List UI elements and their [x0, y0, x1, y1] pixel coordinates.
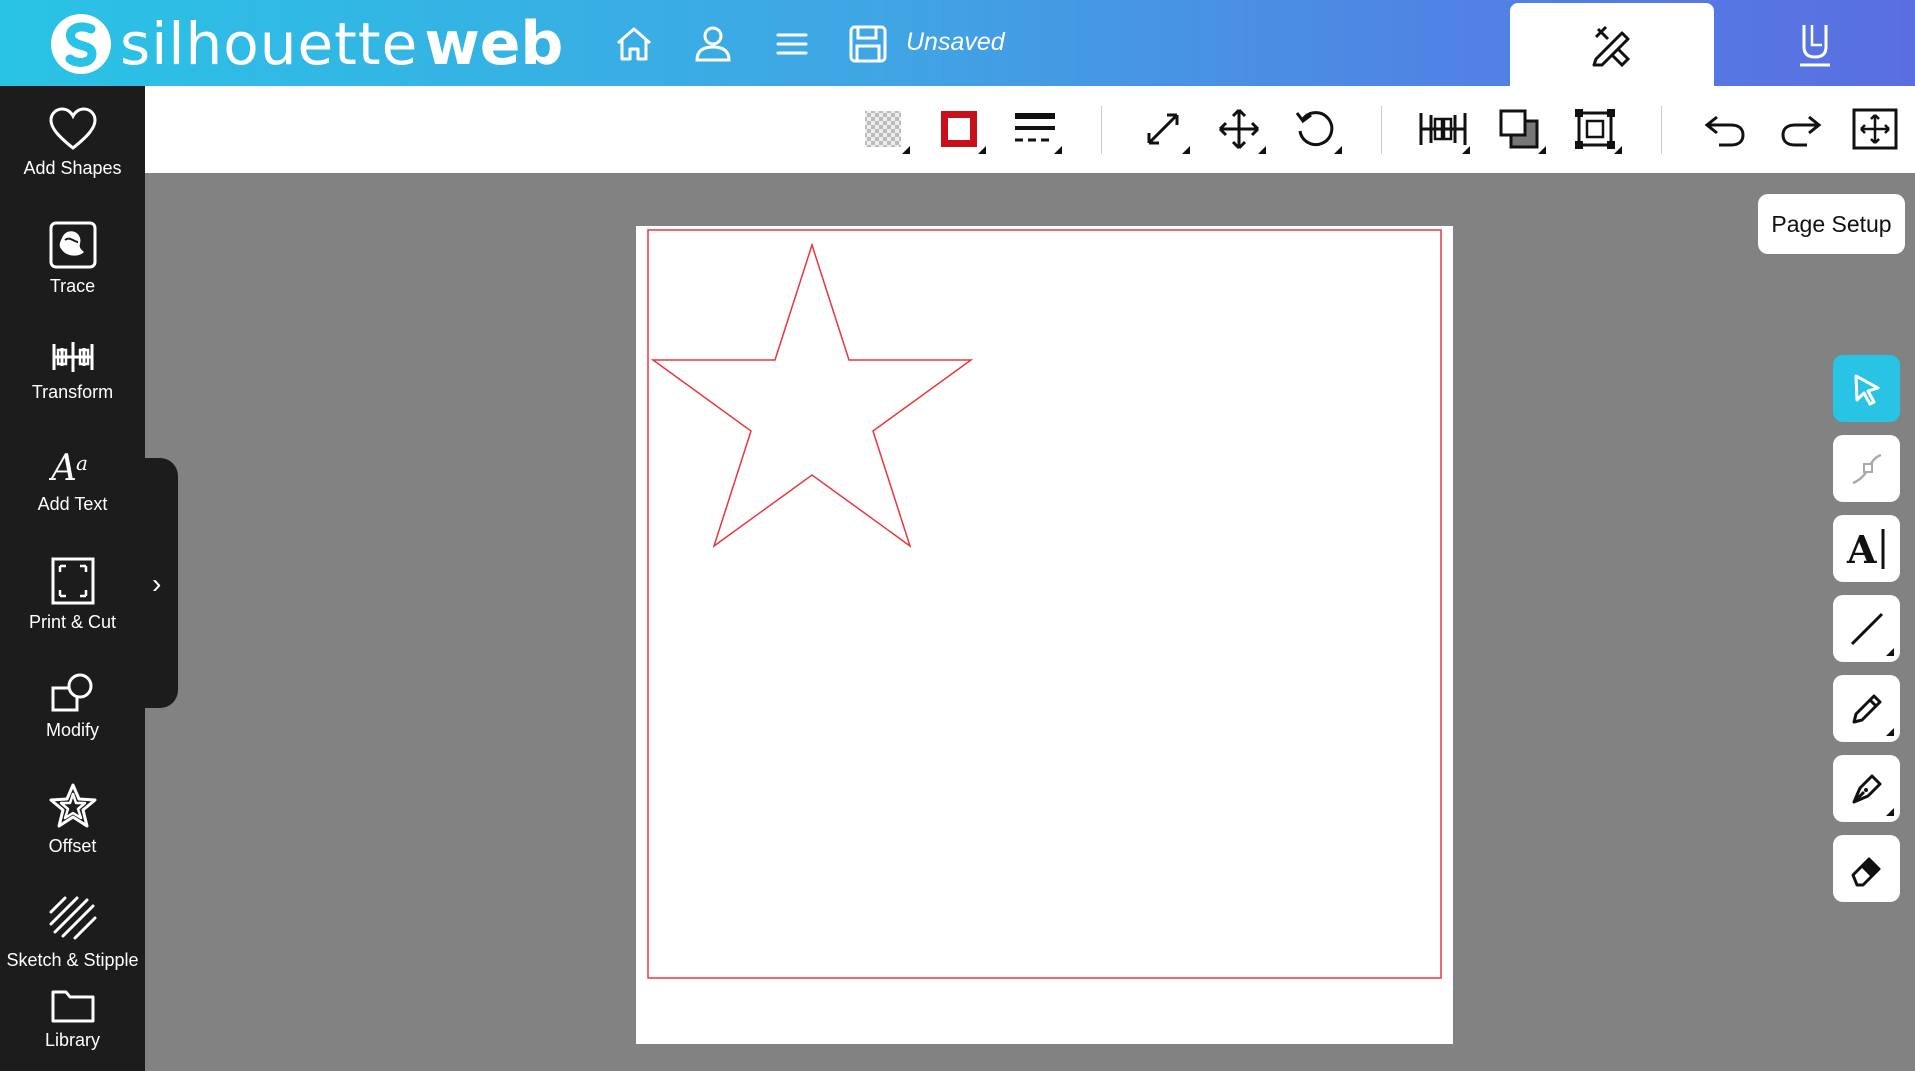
toolbar-divider — [1661, 106, 1662, 154]
svg-text:a: a — [76, 451, 88, 475]
toolbar-divider — [1381, 106, 1382, 154]
text-tool-icon: A — [1846, 527, 1884, 572]
heart-icon — [48, 107, 97, 150]
sidebar-item-print-cut[interactable]: Print & Cut — [0, 556, 145, 633]
pencil-icon — [1852, 694, 1881, 723]
trace-icon — [49, 221, 96, 269]
save-icon[interactable] — [846, 22, 890, 66]
logo-text-light: silhouette — [120, 10, 419, 78]
sidebar-item-label: Add Text — [37, 494, 108, 514]
text-icon: Aa — [49, 448, 88, 488]
chevron-right-icon[interactable]: › — [152, 568, 161, 600]
cut-border — [647, 229, 1442, 979]
sidebar-item-library[interactable]: Library — [0, 986, 145, 1051]
rotate-icon[interactable] — [1288, 104, 1342, 154]
sidebar-item-label: Library — [44, 1030, 101, 1050]
sidebar-item-label: Print & Cut — [28, 612, 117, 632]
eraser-icon — [1851, 857, 1880, 886]
pen-tool[interactable] — [1833, 755, 1900, 822]
line-style-icon[interactable] — [1008, 104, 1062, 154]
svg-text:A: A — [1846, 527, 1877, 572]
pen-icon — [1852, 774, 1881, 803]
sidebar-item-label: Trace — [49, 276, 96, 296]
sketch-icon — [49, 896, 96, 940]
line-tool-icon — [1850, 612, 1883, 645]
design-page[interactable] — [636, 226, 1453, 1044]
toolbar-divider — [1101, 106, 1102, 154]
sidebar-item-modify[interactable]: Modify — [0, 672, 145, 741]
print-cut-icon — [51, 557, 94, 605]
text-tool[interactable]: A — [1833, 515, 1900, 582]
edit-points-tool[interactable] — [1833, 435, 1900, 502]
eraser-tool[interactable] — [1833, 835, 1900, 902]
pan-icon[interactable] — [1848, 104, 1902, 154]
svg-text:A: A — [49, 448, 77, 488]
move-icon[interactable] — [1212, 104, 1266, 154]
sidebar-item-label: Sketch & Stipple — [6, 950, 139, 970]
folder-icon — [51, 990, 94, 1023]
sidebar-item-add-shapes[interactable]: Add Shapes — [0, 106, 145, 179]
select-icon — [1854, 374, 1879, 405]
sidebar-item-offset[interactable]: Offset — [0, 782, 145, 857]
menu-icon[interactable] — [770, 22, 814, 66]
edit-points-icon — [1851, 453, 1881, 484]
logo-mark-icon — [51, 14, 111, 74]
sidebar-item-label: Add Shapes — [23, 158, 122, 178]
save-status: Unsaved — [906, 28, 1005, 56]
offset-icon — [49, 783, 96, 828]
sidebar-item-sketch-stipple[interactable]: Sketch & Stipple — [0, 894, 145, 971]
sidebar-item-trace[interactable]: Trace — [0, 220, 145, 297]
line-color-icon[interactable] — [932, 104, 986, 154]
account-icon[interactable] — [691, 22, 735, 66]
design-tab[interactable] — [1510, 3, 1714, 86]
home-icon[interactable] — [612, 22, 656, 66]
transform-icon — [52, 342, 93, 372]
design-tab-icon — [1592, 25, 1631, 67]
redo-icon[interactable] — [1774, 104, 1828, 154]
send-tab-icon — [1799, 24, 1830, 66]
modify-icon — [51, 673, 92, 712]
fill-icon[interactable] — [856, 104, 910, 154]
send-tab[interactable] — [1714, 3, 1915, 86]
sidebar-item-label: Offset — [48, 836, 97, 856]
sidebar-item-transform[interactable]: Transform — [0, 338, 145, 403]
sidebar-item-add-text[interactable]: Aa Add Text — [0, 444, 145, 515]
sidebar-item-label: Modify — [45, 720, 99, 740]
sidebar-item-label: Transform — [31, 382, 114, 402]
logo-text-bold: web — [424, 9, 564, 79]
scale-icon[interactable] — [1136, 104, 1190, 154]
undo-icon[interactable] — [1698, 104, 1752, 154]
align-icon[interactable] — [1416, 104, 1470, 154]
pencil-tool[interactable] — [1833, 675, 1900, 742]
page-contents — [647, 229, 1442, 979]
select-tool[interactable] — [1833, 355, 1900, 422]
page-setup-button[interactable]: Page Setup — [1758, 194, 1905, 254]
line-tool[interactable] — [1833, 595, 1900, 662]
silhouette-logo[interactable]: silhouette web — [48, 14, 563, 74]
app-header: silhouette web Unsaved — [0, 0, 1915, 86]
star-shape — [650, 242, 974, 548]
arrange-icon[interactable] — [1492, 104, 1546, 154]
group-icon[interactable] — [1568, 104, 1622, 154]
